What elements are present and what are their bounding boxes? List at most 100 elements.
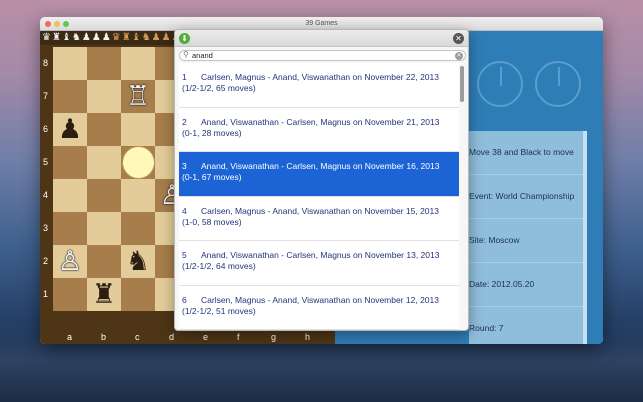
game-list-item[interactable]: 1 Carlsen, Magnus - Anand, Viswanathan on… [179, 63, 459, 108]
file-label: e [203, 332, 209, 342]
game-detail-row: Site: Moscow [469, 219, 587, 263]
file-label: a [67, 332, 73, 342]
game-number: 3 [182, 161, 187, 171]
board-square[interactable] [87, 146, 121, 179]
file-label: b [101, 332, 107, 342]
board-square[interactable] [87, 245, 121, 278]
board-square[interactable] [121, 278, 155, 311]
game-detail-text: Move 38 and Black to move [469, 147, 574, 157]
rank-label: 4 [43, 190, 49, 200]
white-rook-icon[interactable]: ♖ [121, 80, 155, 113]
file-label: h [305, 332, 311, 342]
captured-piece-icon: ♟ [161, 32, 171, 43]
rank-label: 6 [43, 124, 49, 134]
scrollbar-thumb[interactable] [460, 66, 464, 102]
game-list-item[interactable]: 4 Carlsen, Magnus - Anand, Viswanathan on… [179, 196, 459, 241]
game-number: 4 [182, 205, 187, 216]
game-number: 1 [182, 72, 187, 82]
captured-piece-icon: ♞ [141, 32, 151, 43]
game-detail-row: Move 38 and Black to move [469, 131, 587, 175]
captured-piece-icon: ♟ [151, 32, 161, 43]
game-number: 6 [182, 294, 187, 305]
board-square[interactable] [121, 212, 155, 245]
board-square[interactable] [53, 212, 87, 245]
game-list-item[interactable]: 2 Anand, Viswanathan - Carlsen, Magnus on… [179, 107, 459, 152]
move-target-highlight[interactable] [122, 147, 154, 178]
captured-piece-icon: ♜ [121, 32, 131, 43]
details-scrollbar[interactable] [583, 131, 587, 344]
captured-piece-icon: ♝ [131, 32, 141, 43]
popup-header: ⬇ ✕ [175, 30, 468, 47]
board-square[interactable] [87, 113, 121, 146]
file-label: f [237, 332, 240, 342]
game-detail-row: Event: World Championship [469, 175, 587, 219]
rank-label: 8 [43, 58, 49, 68]
game-detail-row: Date: 2012.05.20 [469, 263, 587, 307]
captured-piece-icon: ♜ [51, 32, 61, 43]
file-labels: a b c d e f g h [53, 331, 335, 344]
game-detail-text: Date: 2012.05.20 [469, 279, 535, 289]
game-search-popup: ⬇ ✕ ⚲ ✕ 1 Carlsen, Magnus - Anand, Viswan… [174, 29, 469, 331]
captured-piece-icon: ♟ [81, 32, 91, 43]
file-label: c [135, 332, 140, 342]
board-square[interactable] [87, 47, 121, 80]
game-list-item[interactable]: 6 Carlsen, Magnus - Anand, Viswanathan on… [179, 285, 459, 330]
board-square[interactable] [53, 47, 87, 80]
black-clock-icon [535, 61, 581, 107]
game-number: 5 [182, 250, 187, 260]
clear-search-icon[interactable]: ✕ [455, 52, 463, 60]
board-square[interactable] [53, 80, 87, 113]
board-square[interactable] [53, 278, 87, 311]
search-input[interactable] [192, 51, 452, 60]
file-label: d [169, 332, 175, 342]
rank-label: 5 [43, 157, 49, 167]
board-square[interactable] [121, 47, 155, 80]
minimize-window-button[interactable] [54, 21, 60, 27]
game-detail-text: Event: World Championship [469, 191, 575, 201]
game-list-item[interactable]: 5 Anand, Viswanathan - Carlsen, Magnus on… [179, 241, 459, 286]
captured-piece-icon: ♛ [111, 32, 121, 43]
close-window-button[interactable] [45, 21, 51, 27]
game-players-date: Anand, Viswanathan - Carlsen, Magnus on … [201, 161, 440, 171]
white-pawn-icon[interactable]: ♙ [53, 245, 87, 278]
maximize-window-button[interactable] [63, 21, 69, 27]
captured-piece-icon: ♟ [91, 32, 101, 43]
game-detail-row: Round: 7 [469, 307, 587, 344]
game-result: (1-0, 58 moves) [182, 216, 242, 227]
rank-label: 2 [43, 256, 49, 266]
game-result: (1/2-1/2, 51 moves) [182, 305, 256, 316]
game-players-date: Carlsen, Magnus - Anand, Viswanathan on … [201, 205, 439, 216]
black-pawn-icon[interactable]: ♟ [53, 113, 87, 146]
captured-piece-icon: ♝ [61, 32, 71, 43]
captured-piece-icon: ♛ [42, 32, 51, 43]
game-list-item[interactable]: 3 Anand, Viswanathan - Carlsen, Magnus on… [179, 152, 459, 197]
game-result: (0-1, 28 moves) [182, 127, 242, 138]
game-players-date: Anand, Viswanathan - Carlsen, Magnus on … [201, 116, 440, 127]
white-clock-icon [477, 61, 523, 107]
board-square[interactable] [87, 179, 121, 212]
game-players-date: Anand, Viswanathan - Carlsen, Magnus on … [201, 250, 440, 260]
captured-piece-icon: ♞ [71, 32, 81, 43]
black-knight-icon[interactable]: ♞ [121, 245, 155, 278]
rank-label: 3 [43, 223, 49, 233]
rank-label: 7 [43, 91, 49, 101]
board-square[interactable] [53, 179, 87, 212]
board-square[interactable] [121, 179, 155, 212]
black-rook-icon[interactable]: ♜ [87, 278, 121, 311]
games-list: 1 Carlsen, Magnus - Anand, Viswanathan on… [179, 63, 459, 330]
download-icon[interactable]: ⬇ [179, 33, 190, 44]
game-details-list: Move 38 and Black to move Event: World Ch… [469, 131, 587, 344]
board-square[interactable] [121, 113, 155, 146]
file-label: g [271, 332, 277, 342]
game-result: (0-1, 67 moves) [182, 172, 242, 182]
board-square[interactable] [87, 212, 121, 245]
game-number: 2 [182, 116, 187, 127]
games-list-scrollbar[interactable] [460, 63, 464, 330]
close-popup-icon[interactable]: ✕ [453, 33, 464, 44]
board-square[interactable] [53, 146, 87, 179]
search-field: ⚲ ✕ [179, 50, 466, 61]
board-square[interactable] [87, 80, 121, 113]
search-icon: ⚲ [183, 50, 189, 59]
window-controls [45, 21, 69, 27]
rank-label: 1 [43, 289, 49, 299]
